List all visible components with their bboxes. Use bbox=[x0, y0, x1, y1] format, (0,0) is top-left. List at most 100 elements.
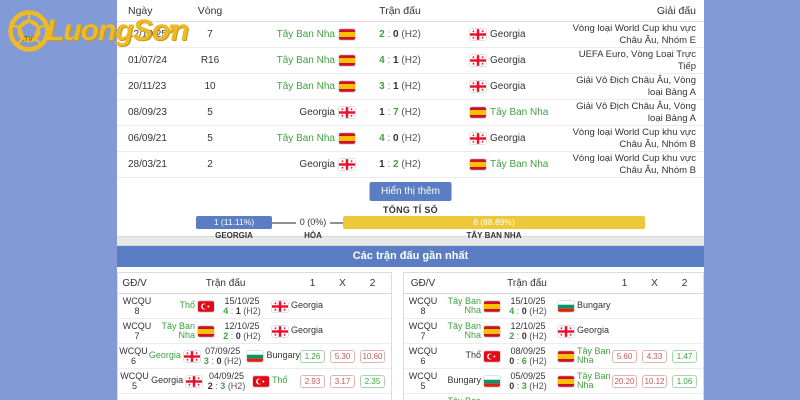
ge-flag bbox=[470, 133, 486, 144]
recent-matches-area: GĐ/V Trận đấu 1 X 2 WCQU 8 Thổ 15/10/25 4 : … bbox=[117, 267, 704, 400]
odds-value[interactable]: 10.12 bbox=[642, 374, 667, 388]
match-score: 2 : 0 (H2) bbox=[223, 331, 261, 341]
match-score: 2 : 0 (H2) bbox=[379, 29, 421, 40]
round-cell: WCQU 7 bbox=[408, 321, 438, 341]
odds-value[interactable]: 10.60 bbox=[360, 349, 385, 363]
bar-labels: GEORGIA HÒA TÂY BAN NHA bbox=[117, 231, 704, 241]
date-score-cell: 12/10/25 2 : 0 (H2) bbox=[500, 321, 556, 342]
h2h-table-header: Ngày Vòng Trận đấu Giải đấu bbox=[117, 0, 704, 22]
away-team-name[interactable]: Tây Ban Nha bbox=[577, 346, 612, 366]
odds-1-header: 1 bbox=[621, 277, 628, 289]
home-team-name[interactable]: Tây Ban Nha bbox=[277, 29, 335, 40]
odds-2-header: 2 bbox=[369, 277, 376, 289]
away-team-name[interactable]: Tây Ban Nha bbox=[490, 159, 548, 170]
show-more-button[interactable]: Hiển thị thêm bbox=[369, 182, 452, 201]
away-team-name[interactable]: Thổ bbox=[272, 376, 288, 386]
result-distribution-bar: 1 (11.11%) 0 (0%) 8 (88.89%) bbox=[117, 216, 704, 229]
logo-text: LuongSơn bbox=[46, 14, 189, 47]
match-round: 2 bbox=[207, 159, 213, 170]
round-cell: WCQU 8 bbox=[122, 296, 152, 316]
home-team-name[interactable]: Bungary bbox=[447, 376, 481, 386]
competition: Vòng loại World Cup khu vực Châu Âu, Nhó… bbox=[572, 153, 696, 176]
ge-flag bbox=[470, 81, 486, 92]
home-team-name[interactable]: Georgia bbox=[299, 159, 335, 170]
home-team-name[interactable]: Tây Ban Nha bbox=[158, 321, 195, 341]
h2h-row: 06/09/21 5 Tây Ban Nha 4 : 0 (H2) Georgia Vòn… bbox=[117, 126, 704, 152]
odds-value[interactable]: 2.93 bbox=[300, 374, 325, 388]
summary-area: Hiển thị thêm TỔNG TỈ SỐ 1 (11.11%) 0 (0… bbox=[117, 178, 704, 240]
col-match-header: Trận đấu bbox=[507, 277, 547, 289]
home-team-name[interactable]: Tây Ban Nha bbox=[444, 396, 481, 400]
col-match-header: Trận đấu bbox=[379, 4, 421, 17]
date-score-cell: 08/09/25 0 : 6 (H2) bbox=[500, 346, 556, 367]
home-team-name[interactable]: Tây Ban Nha bbox=[277, 55, 335, 66]
es-flag bbox=[470, 107, 486, 118]
col-match-header: Trận đấu bbox=[205, 277, 246, 289]
match-round: R16 bbox=[200, 55, 220, 66]
match-score: 4 : 0 (H2) bbox=[379, 133, 421, 144]
odds-value[interactable]: 1.06 bbox=[672, 374, 697, 388]
home-team-name[interactable]: Georgia bbox=[299, 107, 335, 118]
odds-value[interactable]: 1.47 bbox=[672, 349, 697, 363]
round-cell: WCQU 8 bbox=[408, 296, 438, 316]
odds-value[interactable]: 2.35 bbox=[360, 374, 385, 388]
home-team-name[interactable]: Georgia bbox=[149, 351, 181, 361]
odds-value[interactable]: 4.33 bbox=[642, 349, 667, 363]
odds-value[interactable]: 20.20 bbox=[612, 374, 637, 388]
odds-x-header: X bbox=[339, 277, 346, 289]
home-team: Bungary bbox=[442, 375, 500, 387]
col-round-header: Vòng bbox=[197, 4, 223, 17]
away-team-name[interactable]: Georgia bbox=[291, 326, 323, 336]
es-flag bbox=[470, 159, 486, 170]
match-score: 2 : 0 (H2) bbox=[509, 331, 547, 341]
ge-flag bbox=[470, 55, 486, 66]
date-score-cell: 15/10/25 4 : 1 (H2) bbox=[214, 296, 270, 317]
h2h-rows: 12/10/25 7 Tây Ban Nha 2 : 0 (H2) Georgia Vòn… bbox=[117, 22, 704, 178]
recent-match-row: WCQU 5 Georgia 04/09/25 2 : 3 (H2) Thổ 2.93 3.1… bbox=[118, 369, 391, 394]
match-score: 4 : 1 (H2) bbox=[379, 55, 421, 66]
home-team-name[interactable]: Thổ bbox=[465, 351, 481, 361]
away-team-name[interactable]: Tây Ban Nha bbox=[490, 107, 548, 118]
match-score: 1 : 7 (H2) bbox=[379, 107, 421, 118]
away-team-name[interactable]: Tây Ban Nha bbox=[577, 371, 612, 391]
odds-cell: 2.93 3.17 2.35 bbox=[300, 374, 391, 388]
competition: Vòng loại World Cup khu vực Châu Âu, Nhó… bbox=[572, 23, 696, 46]
odds-value[interactable]: 1.26 bbox=[300, 349, 325, 363]
away-team: Tây Ban Nha bbox=[556, 346, 612, 366]
away-team-name[interactable]: Georgia bbox=[490, 133, 526, 144]
match-round: 5 bbox=[207, 133, 213, 144]
ge-flag bbox=[470, 29, 486, 40]
recent-table-header: GĐ/V Trận đấu 1 X 2 bbox=[118, 273, 391, 294]
match-date: 08/09/25 bbox=[510, 345, 546, 356]
recent-match-row: UNLFTây Ban Nha09/06/25 bbox=[404, 394, 703, 400]
odds-cell: 1.26 5.30 10.60 bbox=[300, 349, 391, 363]
match-score: 0 : 6 (H2) bbox=[509, 356, 547, 366]
away-team-name[interactable]: Georgia bbox=[577, 326, 609, 336]
away-team-name[interactable]: Bungary bbox=[577, 301, 611, 311]
away-team-name[interactable]: Georgia bbox=[490, 29, 526, 40]
h2h-row: 12/10/25 7 Tây Ban Nha 2 : 0 (H2) Georgia Vòn… bbox=[117, 22, 704, 48]
home-team-name[interactable]: Tây Ban Nha bbox=[277, 133, 335, 144]
col-gdv-header: GĐ/V bbox=[410, 277, 436, 289]
competition: Vòng loại World Cup khu vực Châu Âu, Nhó… bbox=[572, 127, 696, 150]
away-team-name[interactable]: Georgia bbox=[291, 301, 323, 311]
odds-value[interactable]: 3.17 bbox=[330, 374, 355, 388]
odds-value[interactable]: 5.30 bbox=[330, 349, 355, 363]
away-team: Georgia bbox=[270, 325, 326, 337]
match-round: 10 bbox=[204, 81, 216, 92]
es-flag bbox=[339, 81, 355, 92]
home-team-name[interactable]: Thổ bbox=[179, 301, 195, 311]
odds-value[interactable]: 5.60 bbox=[612, 349, 637, 363]
odds-1-header: 1 bbox=[309, 277, 316, 289]
home-team-name[interactable]: Tây Ban Nha bbox=[444, 321, 481, 341]
home-team-name[interactable]: Tây Ban Nha bbox=[444, 296, 481, 316]
home-team-name[interactable]: Georgia bbox=[151, 376, 183, 386]
site-logo[interactable]: .TV LuongSơn bbox=[6, 8, 189, 54]
es-flag bbox=[484, 300, 500, 312]
away-team-name[interactable]: Georgia bbox=[490, 55, 526, 66]
bar-connector bbox=[330, 222, 343, 224]
home-team-name[interactable]: Tây Ban Nha bbox=[277, 81, 335, 92]
away-team-name[interactable]: Bungary bbox=[266, 351, 300, 361]
round-cell: WCQU 6 bbox=[408, 346, 438, 366]
away-team-name[interactable]: Georgia bbox=[490, 81, 526, 92]
